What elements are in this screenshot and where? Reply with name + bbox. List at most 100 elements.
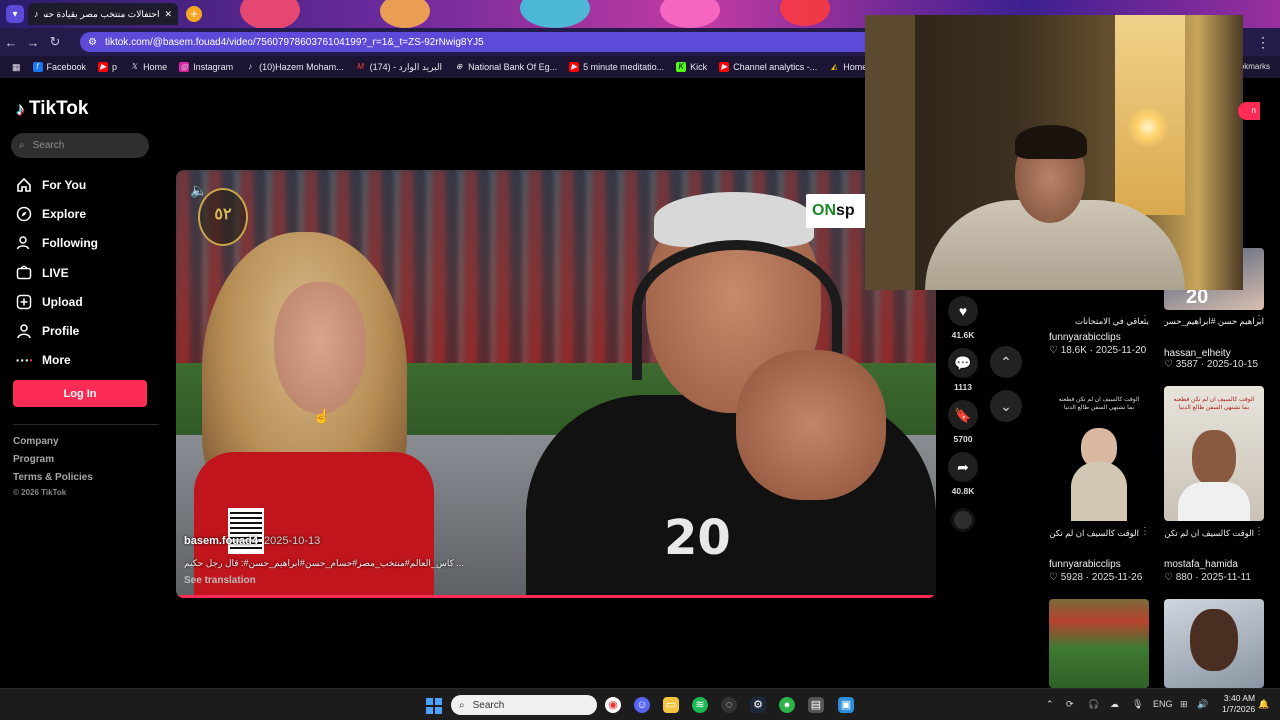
tab-search-button[interactable]: ▾ [6, 5, 24, 23]
chrome-icon[interactable]: ◉ [605, 697, 621, 713]
address-bar[interactable]: ⚙ tiktok.com/@basem.fouad4/video/7560797… [80, 32, 880, 52]
more-options-icon[interactable]: ⋮ [1254, 526, 1264, 537]
sidebar-item-more[interactable]: ··· • More [16, 346, 98, 375]
close-icon[interactable]: ✕ [164, 9, 172, 20]
qr-code [228, 508, 264, 554]
like-button[interactable]: ♥ [948, 296, 978, 326]
video-player[interactable]: 20 ON sp ٥٢ 🔈 basem.fouad4 2025-10-13 ...… [176, 170, 936, 598]
windows-start-icon[interactable] [426, 698, 442, 714]
sidebar-item-explore[interactable]: Explore [16, 199, 98, 228]
file-explorer-icon[interactable]: ▭ [663, 697, 679, 713]
login-button[interactable]: Log In [13, 380, 147, 407]
app-icon[interactable]: ◌ [721, 697, 737, 713]
bookmark-item[interactable]: ▶ 5 minute meditatio... [563, 62, 670, 72]
next-video-button[interactable]: ⌄ [990, 390, 1022, 422]
video-author[interactable]: basem.fouad4 [184, 535, 258, 547]
discord-icon[interactable]: ☺ [634, 697, 650, 713]
bookmark-item[interactable]: M (174) - البريد الوارد [350, 62, 448, 73]
app-icon[interactable]: ▤ [808, 697, 824, 713]
sidebar-item-label: More [42, 353, 71, 368]
cloud-icon[interactable]: ☁ [1110, 699, 1119, 710]
share-button[interactable]: ➦ [948, 452, 978, 482]
footer-link-terms[interactable]: Terms & Policies [13, 472, 93, 483]
taskbar-search[interactable]: ⌕ Search [451, 695, 597, 715]
spotify-icon[interactable]: ≋ [692, 697, 708, 713]
tray-app-icon[interactable]: ⟳ [1066, 699, 1074, 710]
language-indicator[interactable]: ENG [1153, 699, 1173, 709]
forward-icon[interactable]: → [22, 35, 44, 50]
search-input[interactable]: ⌕ Search [11, 133, 149, 158]
music-disc-icon[interactable] [951, 508, 975, 532]
chevron-up-icon[interactable]: ⌃ [1046, 699, 1054, 710]
browser-tab-active[interactable]: ♪ احتفالات منتخب مصر بقيادة حسا ✕ [28, 3, 178, 25]
hand-cursor-icon: ☝ [313, 408, 331, 424]
footer-link-company[interactable]: Company [13, 436, 59, 447]
x-icon: 𝕏 [130, 62, 138, 71]
save-button[interactable]: 🔖 [948, 400, 978, 430]
card-user[interactable]: hassan_elheity [1164, 348, 1231, 359]
site-info-icon[interactable]: ⚙ [88, 37, 97, 48]
bookmark-item[interactable]: ▶ p [92, 62, 123, 72]
card-thumbnail[interactable]: الوقت كالسيف ان لم تكن قطعته بما تشتهي ا… [1049, 386, 1149, 521]
sidebar-item-live[interactable]: LIVE [16, 258, 98, 287]
volume-icon[interactable]: 🔊 [1197, 699, 1208, 710]
app-icon[interactable]: ▣ [838, 697, 854, 713]
steam-icon[interactable]: ⚙ [750, 697, 766, 713]
shirt-number: 20 [664, 510, 731, 566]
video-actions: ♥ 41.6K 💬 1113 🔖 5700 ➦ 40.8K [947, 296, 979, 536]
wallpaper-shape [660, 0, 720, 28]
card-user[interactable]: funnyarabicclips [1049, 559, 1121, 570]
more-options-icon[interactable]: ⋮ [1140, 526, 1150, 537]
bookmark-item[interactable]: f Facebook [27, 62, 93, 72]
video-progress-bar[interactable] [176, 595, 936, 598]
sidebar-item-for-you[interactable]: For You [16, 170, 98, 199]
bookmark-item[interactable]: ♪ (10)Hazem Moham... [239, 62, 350, 72]
network-icon[interactable]: ⊞ [1180, 699, 1188, 710]
card-thumbnail[interactable] [1164, 599, 1264, 688]
thumb-overlay-text: الوقت كالسيف ان لم تكن قطعته بما تشتهي ا… [1058, 397, 1140, 411]
sidebar-item-upload[interactable]: Upload [16, 287, 98, 316]
volume-icon[interactable]: 🔈 [190, 182, 207, 199]
previous-video-button[interactable]: ⌃ [990, 346, 1022, 378]
following-icon [16, 235, 32, 251]
back-icon[interactable]: ← [0, 35, 22, 50]
bookmark-item[interactable]: K Kick [670, 62, 713, 72]
browser-menu-icon[interactable]: ⋮ [1256, 34, 1270, 51]
card-thumbnail[interactable] [1049, 599, 1149, 688]
all-bookmarks-label[interactable]: okmarks [1240, 62, 1270, 71]
bookmark-item[interactable]: ◎ Instagram [173, 62, 239, 72]
apps-icon[interactable]: ▦ [6, 62, 27, 73]
login-pill-button[interactable]: n [1238, 102, 1260, 120]
bookmark-item[interactable]: ⊕ National Bank Of Eg... [448, 62, 563, 72]
more-options-icon[interactable]: ⋮ [1254, 314, 1264, 325]
sidebar-item-following[interactable]: Following [16, 229, 98, 258]
card-user[interactable]: mostafa_hamida [1164, 559, 1238, 570]
upload-icon [16, 294, 32, 310]
notification-icon[interactable]: 🔔 [1258, 699, 1269, 710]
sidebar-item-label: LIVE [42, 265, 69, 280]
heart-icon: ♥ [958, 303, 968, 319]
bookmark-item[interactable]: ▶ Channel analytics -... [713, 62, 823, 72]
tiktok-logo[interactable]: ♪ TikTok [16, 98, 88, 120]
microphone-icon[interactable]: 🎙 [1132, 699, 1143, 710]
new-tab-button[interactable]: + [186, 6, 202, 22]
comment-button[interactable]: 💬 [948, 348, 978, 378]
see-translation-link[interactable]: See translation [184, 575, 256, 586]
card-meta: ♡ 18.6K · 2025-11-20 [1049, 345, 1147, 356]
sidebar-item-profile[interactable]: Profile [16, 316, 98, 345]
video-caption[interactable]: ... كاس_العالم#منتخب_مصر#حسام_حسن#ابراهي… [184, 558, 484, 569]
app-icon[interactable]: ● [779, 697, 795, 713]
card-thumbnail[interactable]: الوقت كالسيف ان لم تكن قطعته بما تشتهي ا… [1164, 386, 1264, 521]
google-drive-icon: ◭ [831, 62, 838, 71]
taskbar-clock[interactable]: 3:40 AM 1/7/2026 [1222, 693, 1255, 715]
reload-icon[interactable]: ↻ [44, 34, 66, 50]
headphones-icon[interactable]: 🎧 [1088, 699, 1099, 710]
more-options-icon[interactable]: ⋮ [1140, 314, 1150, 325]
home-icon [16, 177, 32, 193]
card-meta: ♡ 880 · 2025-11-11 [1164, 572, 1251, 583]
youtube-icon: ▶ [98, 62, 109, 72]
bookmark-item[interactable]: 𝕏 Home [123, 62, 173, 72]
card-user[interactable]: funnyarabicclips [1049, 332, 1121, 343]
card-title: ابراهيم حسن #ابراهيم_حسن#... [1164, 316, 1264, 326]
footer-link-program[interactable]: Program [13, 454, 54, 465]
